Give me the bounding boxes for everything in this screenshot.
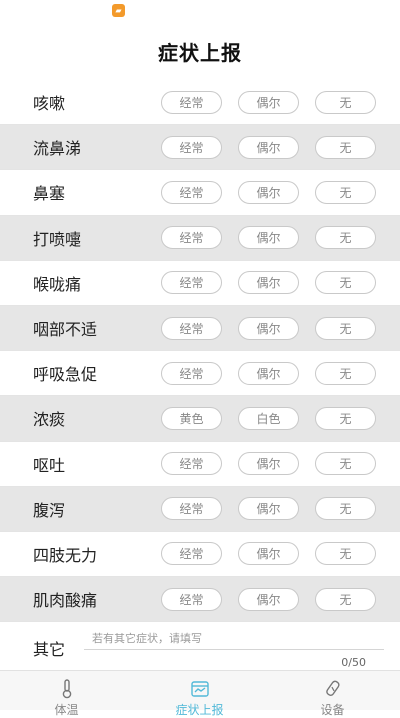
symptom-row: 呼吸急促 经常 偶尔无 bbox=[0, 351, 400, 397]
option-none-button[interactable]: 无 bbox=[315, 271, 376, 295]
option-occasional-button[interactable]: 偶尔 bbox=[238, 452, 299, 476]
option-none-button[interactable]: 无 bbox=[315, 226, 376, 250]
symptom-label: 四肢无力 bbox=[33, 545, 98, 565]
tab-symptom-report[interactable]: 症状上报 bbox=[133, 671, 266, 717]
tab-device[interactable]: 设备 bbox=[266, 671, 399, 717]
symptom-options: 经常 偶尔无 bbox=[161, 497, 376, 521]
option-frequent-button[interactable]: 经常 bbox=[161, 587, 222, 611]
option-none-button[interactable]: 无 bbox=[315, 316, 376, 340]
option-none-button[interactable]: 无 bbox=[315, 361, 376, 385]
option-occasional-button[interactable]: 偶尔 bbox=[238, 361, 299, 385]
option-occasional-button[interactable]: 偶尔 bbox=[238, 542, 299, 566]
symptom-options: 经常 偶尔无 bbox=[161, 542, 376, 566]
option-frequent-button[interactable]: 经常 bbox=[161, 226, 222, 250]
symptom-list: 咳嗽 经常 偶尔无流鼻涕 经常 偶尔无鼻塞 经常 偶尔无打喷嚏 经常 偶尔无喉咙痛 经常 偶尔无咽部… bbox=[0, 80, 400, 623]
symptom-row: 咽部不适 经常 偶尔无 bbox=[0, 305, 400, 352]
symptom-label: 呕吐 bbox=[33, 455, 66, 475]
option-occasional-button[interactable]: 偶尔 bbox=[238, 271, 299, 295]
symptom-label: 喉咙痛 bbox=[33, 274, 82, 294]
symptom-row: 浓痰 黄色 白色无 bbox=[0, 396, 400, 442]
option-frequent-button[interactable]: 经常 bbox=[161, 316, 222, 340]
option-frequent-button[interactable]: 经常 bbox=[161, 361, 222, 385]
symptom-label: 肌肉酸痛 bbox=[33, 591, 98, 611]
other-symptom-input[interactable] bbox=[84, 628, 384, 650]
symptom-row: 流鼻涕 经常 偶尔无 bbox=[0, 125, 400, 171]
symptom-label: 呼吸急促 bbox=[33, 365, 98, 385]
symptom-row: 喉咙痛 经常 偶尔无 bbox=[0, 261, 400, 306]
status-bar: ▰ bbox=[0, 0, 400, 22]
app-notification-icon: ▰ bbox=[112, 4, 125, 17]
device-icon bbox=[325, 680, 340, 696]
symptom-row: 肌肉酸痛 经常 偶尔无 bbox=[0, 577, 400, 623]
symptom-row: 鼻塞 经常 偶尔无 bbox=[0, 170, 400, 216]
symptom-label: 鼻塞 bbox=[33, 184, 66, 204]
option-occasional-button[interactable]: 偶尔 bbox=[238, 497, 299, 521]
symptom-options: 经常 偶尔无 bbox=[161, 271, 376, 295]
option-none-button[interactable]: 无 bbox=[315, 587, 376, 611]
option-occasional-button[interactable]: 偶尔 bbox=[238, 135, 299, 159]
option-none-button[interactable]: 无 bbox=[315, 90, 376, 114]
symptom-row: 打喷嚏 经常 偶尔无 bbox=[0, 215, 400, 261]
title-bar: 症状上报 bbox=[0, 22, 400, 80]
option-occasional-button[interactable]: 偶尔 bbox=[238, 226, 299, 250]
symptom-options: 经常 偶尔无 bbox=[161, 316, 376, 340]
other-symptom-row: 其它 0/50 bbox=[0, 624, 400, 670]
symptom-row: 呕吐 经常 偶尔无 bbox=[0, 442, 400, 487]
option-none-button[interactable]: 无 bbox=[315, 497, 376, 521]
symptom-options: 经常 偶尔无 bbox=[161, 135, 376, 159]
option-frequent-button[interactable]: 经常 bbox=[161, 452, 222, 476]
option-frequent-button[interactable]: 经常 bbox=[161, 90, 222, 114]
option-occasional-button[interactable]: 偶尔 bbox=[238, 180, 299, 204]
option-frequent-button[interactable]: 经常 bbox=[161, 180, 222, 204]
symptom-label: 打喷嚏 bbox=[33, 229, 82, 249]
option-occasional-button[interactable]: 偶尔 bbox=[238, 316, 299, 340]
bottom-tab-bar: 体温 症状上报 设备 bbox=[0, 670, 400, 717]
char-count: 0/50 bbox=[341, 656, 366, 669]
page-title: 症状上报 bbox=[158, 40, 242, 65]
option-none-button[interactable]: 无 bbox=[315, 452, 376, 476]
report-icon bbox=[190, 681, 209, 697]
option-frequent-button[interactable]: 黄色 bbox=[161, 406, 222, 430]
symptom-label: 咽部不适 bbox=[33, 320, 98, 340]
option-frequent-button[interactable]: 经常 bbox=[161, 135, 222, 159]
symptom-options: 经常 偶尔无 bbox=[161, 180, 376, 204]
symptom-options: 经常 偶尔无 bbox=[161, 452, 376, 476]
symptom-options: 黄色 白色无 bbox=[161, 406, 376, 430]
option-none-button[interactable]: 无 bbox=[315, 542, 376, 566]
symptom-label: 咳嗽 bbox=[33, 94, 66, 114]
symptom-options: 经常 偶尔无 bbox=[161, 361, 376, 385]
symptom-options: 经常 偶尔无 bbox=[161, 587, 376, 611]
option-occasional-button[interactable]: 白色 bbox=[238, 406, 299, 430]
option-frequent-button[interactable]: 经常 bbox=[161, 497, 222, 521]
symptom-row: 四肢无力 经常 偶尔无 bbox=[0, 532, 400, 578]
symptom-options: 经常 偶尔无 bbox=[161, 226, 376, 250]
symptom-row: 腹泻 经常 偶尔无 bbox=[0, 486, 400, 532]
option-none-button[interactable]: 无 bbox=[315, 135, 376, 159]
option-none-button[interactable]: 无 bbox=[315, 180, 376, 204]
symptom-label: 浓痰 bbox=[33, 410, 66, 430]
option-occasional-button[interactable]: 偶尔 bbox=[238, 90, 299, 114]
tab-temperature[interactable]: 体温 bbox=[0, 671, 133, 717]
option-frequent-button[interactable]: 经常 bbox=[161, 271, 222, 295]
option-frequent-button[interactable]: 经常 bbox=[161, 542, 222, 566]
symptom-label: 腹泻 bbox=[33, 500, 66, 520]
option-none-button[interactable]: 无 bbox=[315, 406, 376, 430]
other-symptom-label: 其它 bbox=[33, 640, 66, 659]
option-occasional-button[interactable]: 偶尔 bbox=[238, 587, 299, 611]
symptom-label: 流鼻涕 bbox=[33, 139, 82, 159]
symptom-options: 经常 偶尔无 bbox=[161, 90, 376, 114]
thermometer-icon bbox=[62, 679, 71, 699]
symptom-row: 咳嗽 经常 偶尔无 bbox=[0, 80, 400, 126]
